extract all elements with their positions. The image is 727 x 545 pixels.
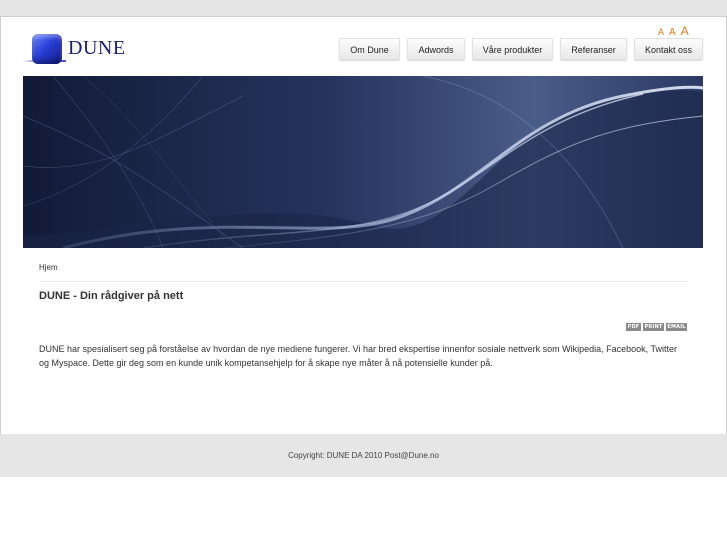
pdf-icon[interactable]: PDF	[626, 323, 641, 331]
print-icon[interactable]: PRINT	[643, 323, 664, 331]
footer-copyright: Copyright: DUNE DA 2010 Post@Dune.no	[288, 451, 439, 460]
nav-item-vare-produkter[interactable]: Våre produkter	[472, 38, 553, 60]
logo[interactable]: DUNE	[22, 32, 132, 66]
font-size-small-button[interactable]: A	[658, 27, 664, 37]
content-divider	[39, 281, 688, 282]
font-size-medium-button[interactable]: A	[669, 27, 676, 38]
page-title: DUNE - Din rådgiver på nett	[39, 290, 184, 302]
breadcrumb[interactable]: Hjem	[39, 263, 58, 272]
nav-item-adwords[interactable]: Adwords	[407, 38, 465, 60]
logo-text: DUNE	[68, 37, 126, 59]
nav-item-referanser[interactable]: Referanser	[560, 38, 627, 60]
footer: Copyright: DUNE DA 2010 Post@Dune.no	[0, 434, 727, 477]
nav-item-kontakt-oss[interactable]: Kontakt oss	[634, 38, 703, 60]
banner-waves	[23, 76, 703, 248]
email-icon[interactable]: EMAIL	[666, 323, 687, 331]
logo-cube-icon	[32, 34, 62, 64]
header-banner-image	[23, 76, 703, 248]
article-body: DUNE har spesialisert seg på forståelse …	[39, 344, 677, 368]
nav-item-om-dune[interactable]: Om Dune	[339, 38, 400, 60]
font-size-large-button[interactable]: A	[681, 24, 689, 38]
top-band	[0, 0, 727, 16]
